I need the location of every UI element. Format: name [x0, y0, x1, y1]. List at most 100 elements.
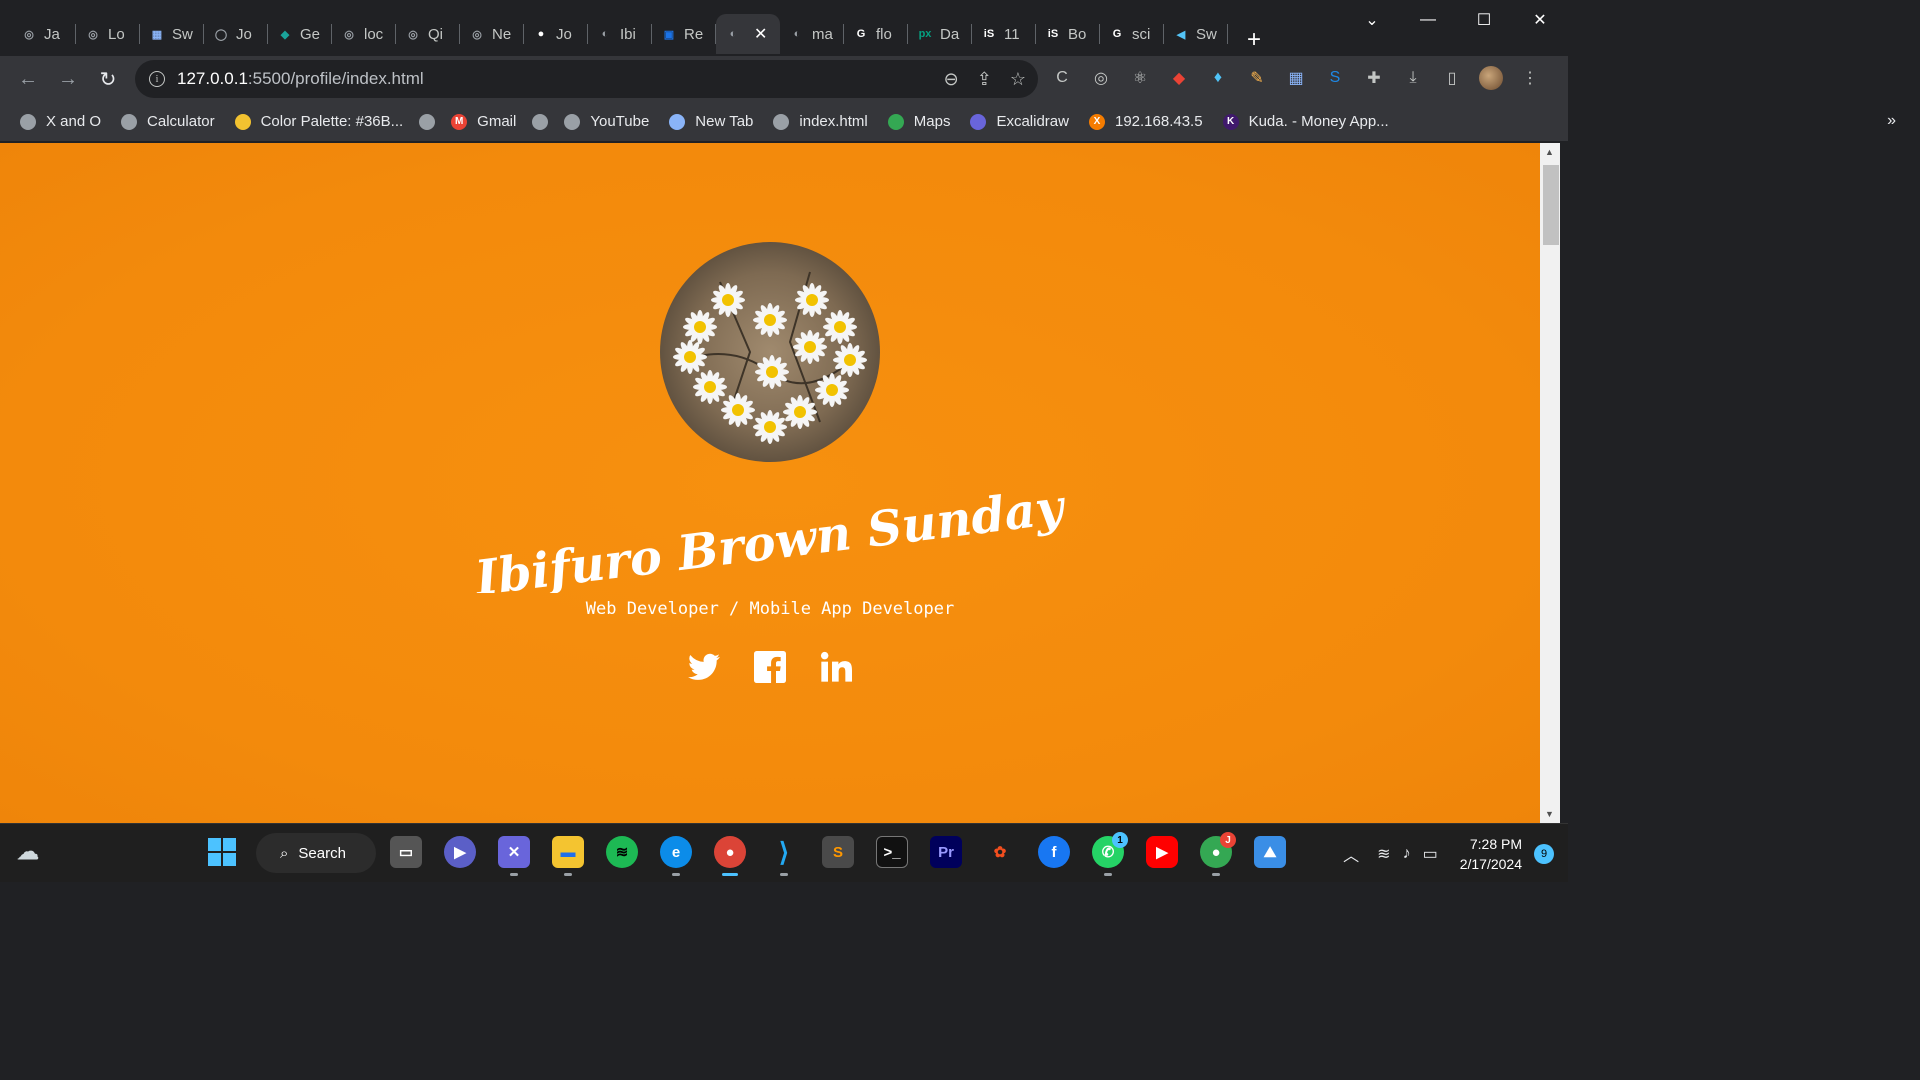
bookmark-item[interactable]: X 192.168.43.5: [1079, 106, 1213, 138]
twitter-icon[interactable]: [688, 651, 720, 683]
facebook-icon[interactable]: [754, 651, 786, 683]
tab-label: ma: [812, 25, 833, 43]
chrome-profile-icon[interactable]: ● J: [1200, 832, 1236, 876]
premiere-icon[interactable]: Pr: [930, 836, 962, 868]
extension-icon-5[interactable]: ♦: [1206, 66, 1230, 90]
share-icon[interactable]: ⇪: [977, 69, 992, 90]
chrome-icon[interactable]: ●: [714, 836, 746, 876]
browser-tab[interactable]: ▦ Sw: [140, 14, 204, 54]
whatsapp-badge: 1: [1112, 832, 1128, 848]
zoom-icon[interactable]: ⊖: [944, 69, 959, 90]
colorpick-icon[interactable]: ◆: [1167, 66, 1191, 90]
browser-tab[interactable]: ▣ Re: [652, 14, 716, 54]
browser-tab[interactable]: ◐ Ibi: [588, 14, 652, 54]
close-window-button[interactable]: ✕: [1512, 0, 1568, 40]
bookmark-item[interactable]: New Tab: [659, 106, 763, 138]
browser-tab[interactable]: ◎ Qi: [396, 14, 460, 54]
spotify-icon[interactable]: ≋: [606, 836, 638, 868]
bookmark-favicon-icon: [773, 113, 790, 130]
tab-search-button[interactable]: ⌄: [1344, 0, 1400, 40]
browser-tab[interactable]: ◎ Ne: [460, 14, 524, 54]
download-icon[interactable]: ⤓: [1401, 66, 1425, 90]
page-scrollbar[interactable]: ▲ ▼: [1540, 143, 1560, 823]
browser-tab[interactable]: ◆ Ge: [268, 14, 332, 54]
side-panel-icon[interactable]: ▯: [1440, 66, 1464, 90]
clock[interactable]: 7:28 PM 2/17/2024: [1460, 834, 1522, 874]
linkedin-icon[interactable]: [820, 651, 852, 683]
address-bar[interactable]: i 127.0.0.1:5500/profile/index.html ⊖ ⇪ …: [135, 60, 1038, 98]
youtube-app-icon[interactable]: ▶: [1146, 836, 1178, 868]
bookmark-item[interactable]: Calculator: [111, 106, 225, 138]
tray-overflow-icon[interactable]: ︿: [1343, 842, 1359, 866]
whatsapp-icon[interactable]: ✆ 1: [1092, 832, 1128, 876]
pen-icon[interactable]: ✎: [1245, 66, 1269, 90]
battery-icon[interactable]: ▭: [1423, 844, 1438, 864]
sublime-icon[interactable]: S: [822, 836, 854, 868]
close-tab-icon[interactable]: ✕: [754, 24, 767, 44]
bookmark-item[interactable]: M Gmail: [441, 106, 526, 138]
facebook-app-icon[interactable]: f: [1038, 836, 1070, 868]
extensions-puzzle-icon[interactable]: ✚: [1362, 66, 1386, 90]
bookmark-item[interactable]: Excalidraw: [960, 106, 1079, 138]
browser-tab[interactable]: iS Bo: [1036, 14, 1100, 54]
excalidraw-app-icon[interactable]: ✕: [498, 836, 530, 876]
bookmark-item[interactable]: K Kuda. - Money App...: [1213, 106, 1399, 138]
minimize-button[interactable]: —: [1400, 0, 1456, 40]
extension-icon-1[interactable]: C: [1050, 66, 1074, 90]
site-info-icon[interactable]: i: [149, 71, 165, 87]
teams-chat-icon[interactable]: ▶: [444, 836, 476, 868]
browser-tab[interactable]: ◐ ma: [780, 14, 844, 54]
address-url[interactable]: 127.0.0.1:5500/profile/index.html: [177, 69, 424, 89]
new-tab-button[interactable]: +: [1238, 24, 1270, 56]
maximize-button[interactable]: ☐: [1456, 0, 1512, 40]
browser-tab[interactable]: ◀ Sw: [1164, 14, 1228, 54]
terminal-icon[interactable]: >_: [876, 836, 908, 868]
notification-badge[interactable]: 9: [1534, 843, 1554, 864]
browser-tab[interactable]: px Da: [908, 14, 972, 54]
bookmark-item[interactable]: [413, 106, 441, 138]
figma-icon[interactable]: ✿: [984, 836, 1016, 868]
browser-tab[interactable]: ◎ Lo: [76, 14, 140, 54]
bookmark-item[interactable]: Maps: [878, 106, 961, 138]
volume-icon[interactable]: ♪: [1403, 845, 1411, 863]
browser-tab[interactable]: ◎ loc: [332, 14, 396, 54]
file-explorer-icon[interactable]: ▬: [552, 836, 584, 876]
tab-favicon-icon: ▣: [663, 28, 675, 41]
browser-tab[interactable]: ● Jo: [524, 14, 588, 54]
browser-tab[interactable]: Gflo: [844, 14, 908, 54]
back-button[interactable]: ←: [8, 59, 48, 99]
menu-dots-icon[interactable]: ⋮: [1518, 66, 1542, 90]
clock-date: 2/17/2024: [1459, 855, 1522, 872]
shazam-icon[interactable]: S: [1323, 66, 1347, 90]
scroll-thumb[interactable]: [1543, 165, 1559, 245]
vscode-icon[interactable]: ⟩: [768, 836, 800, 876]
bookmark-item[interactable]: Color Palette: #36B...: [225, 106, 414, 138]
browser-tab[interactable]: Gsci: [1100, 14, 1164, 54]
browser-tab[interactable]: iS 11: [972, 14, 1036, 54]
scroll-up-arrow[interactable]: ▲: [1545, 147, 1554, 157]
edge-icon[interactable]: e: [660, 836, 692, 876]
photos-icon[interactable]: ⛰: [1254, 836, 1286, 868]
reload-button[interactable]: ↻: [88, 59, 128, 99]
bookmark-item[interactable]: index.html: [763, 106, 877, 138]
bookmark-star-icon[interactable]: ☆: [1010, 69, 1026, 90]
forward-button[interactable]: →: [48, 59, 88, 99]
bookmark-item[interactable]: X and O: [10, 106, 111, 138]
scroll-down-arrow[interactable]: ▼: [1545, 809, 1554, 819]
weather-icon[interactable]: ☁: [12, 836, 44, 868]
browser-tab[interactable]: ◐ ✕: [716, 14, 780, 54]
task-view-icon[interactable]: ▭: [390, 836, 422, 868]
browser-tab[interactable]: ◯ Jo: [204, 14, 268, 54]
wifi-icon[interactable]: ≋: [1377, 844, 1390, 864]
extension-icon-2[interactable]: ◎: [1089, 66, 1113, 90]
browser-tab[interactable]: ◎ Ja: [12, 14, 76, 54]
react-devtools-icon[interactable]: ⚛: [1128, 66, 1152, 90]
start-button[interactable]: [206, 836, 238, 868]
extension-icon-7[interactable]: ▦: [1284, 66, 1308, 90]
taskbar-search[interactable]: ⌕ Search: [256, 833, 376, 873]
bookmark-item[interactable]: YouTube: [554, 106, 659, 138]
tab-favicon-icon: iS: [983, 28, 995, 40]
profile-avatar[interactable]: [1479, 66, 1503, 90]
bookmark-item[interactable]: [526, 106, 554, 138]
bookmarks-overflow-icon[interactable]: »: [1887, 112, 1896, 130]
